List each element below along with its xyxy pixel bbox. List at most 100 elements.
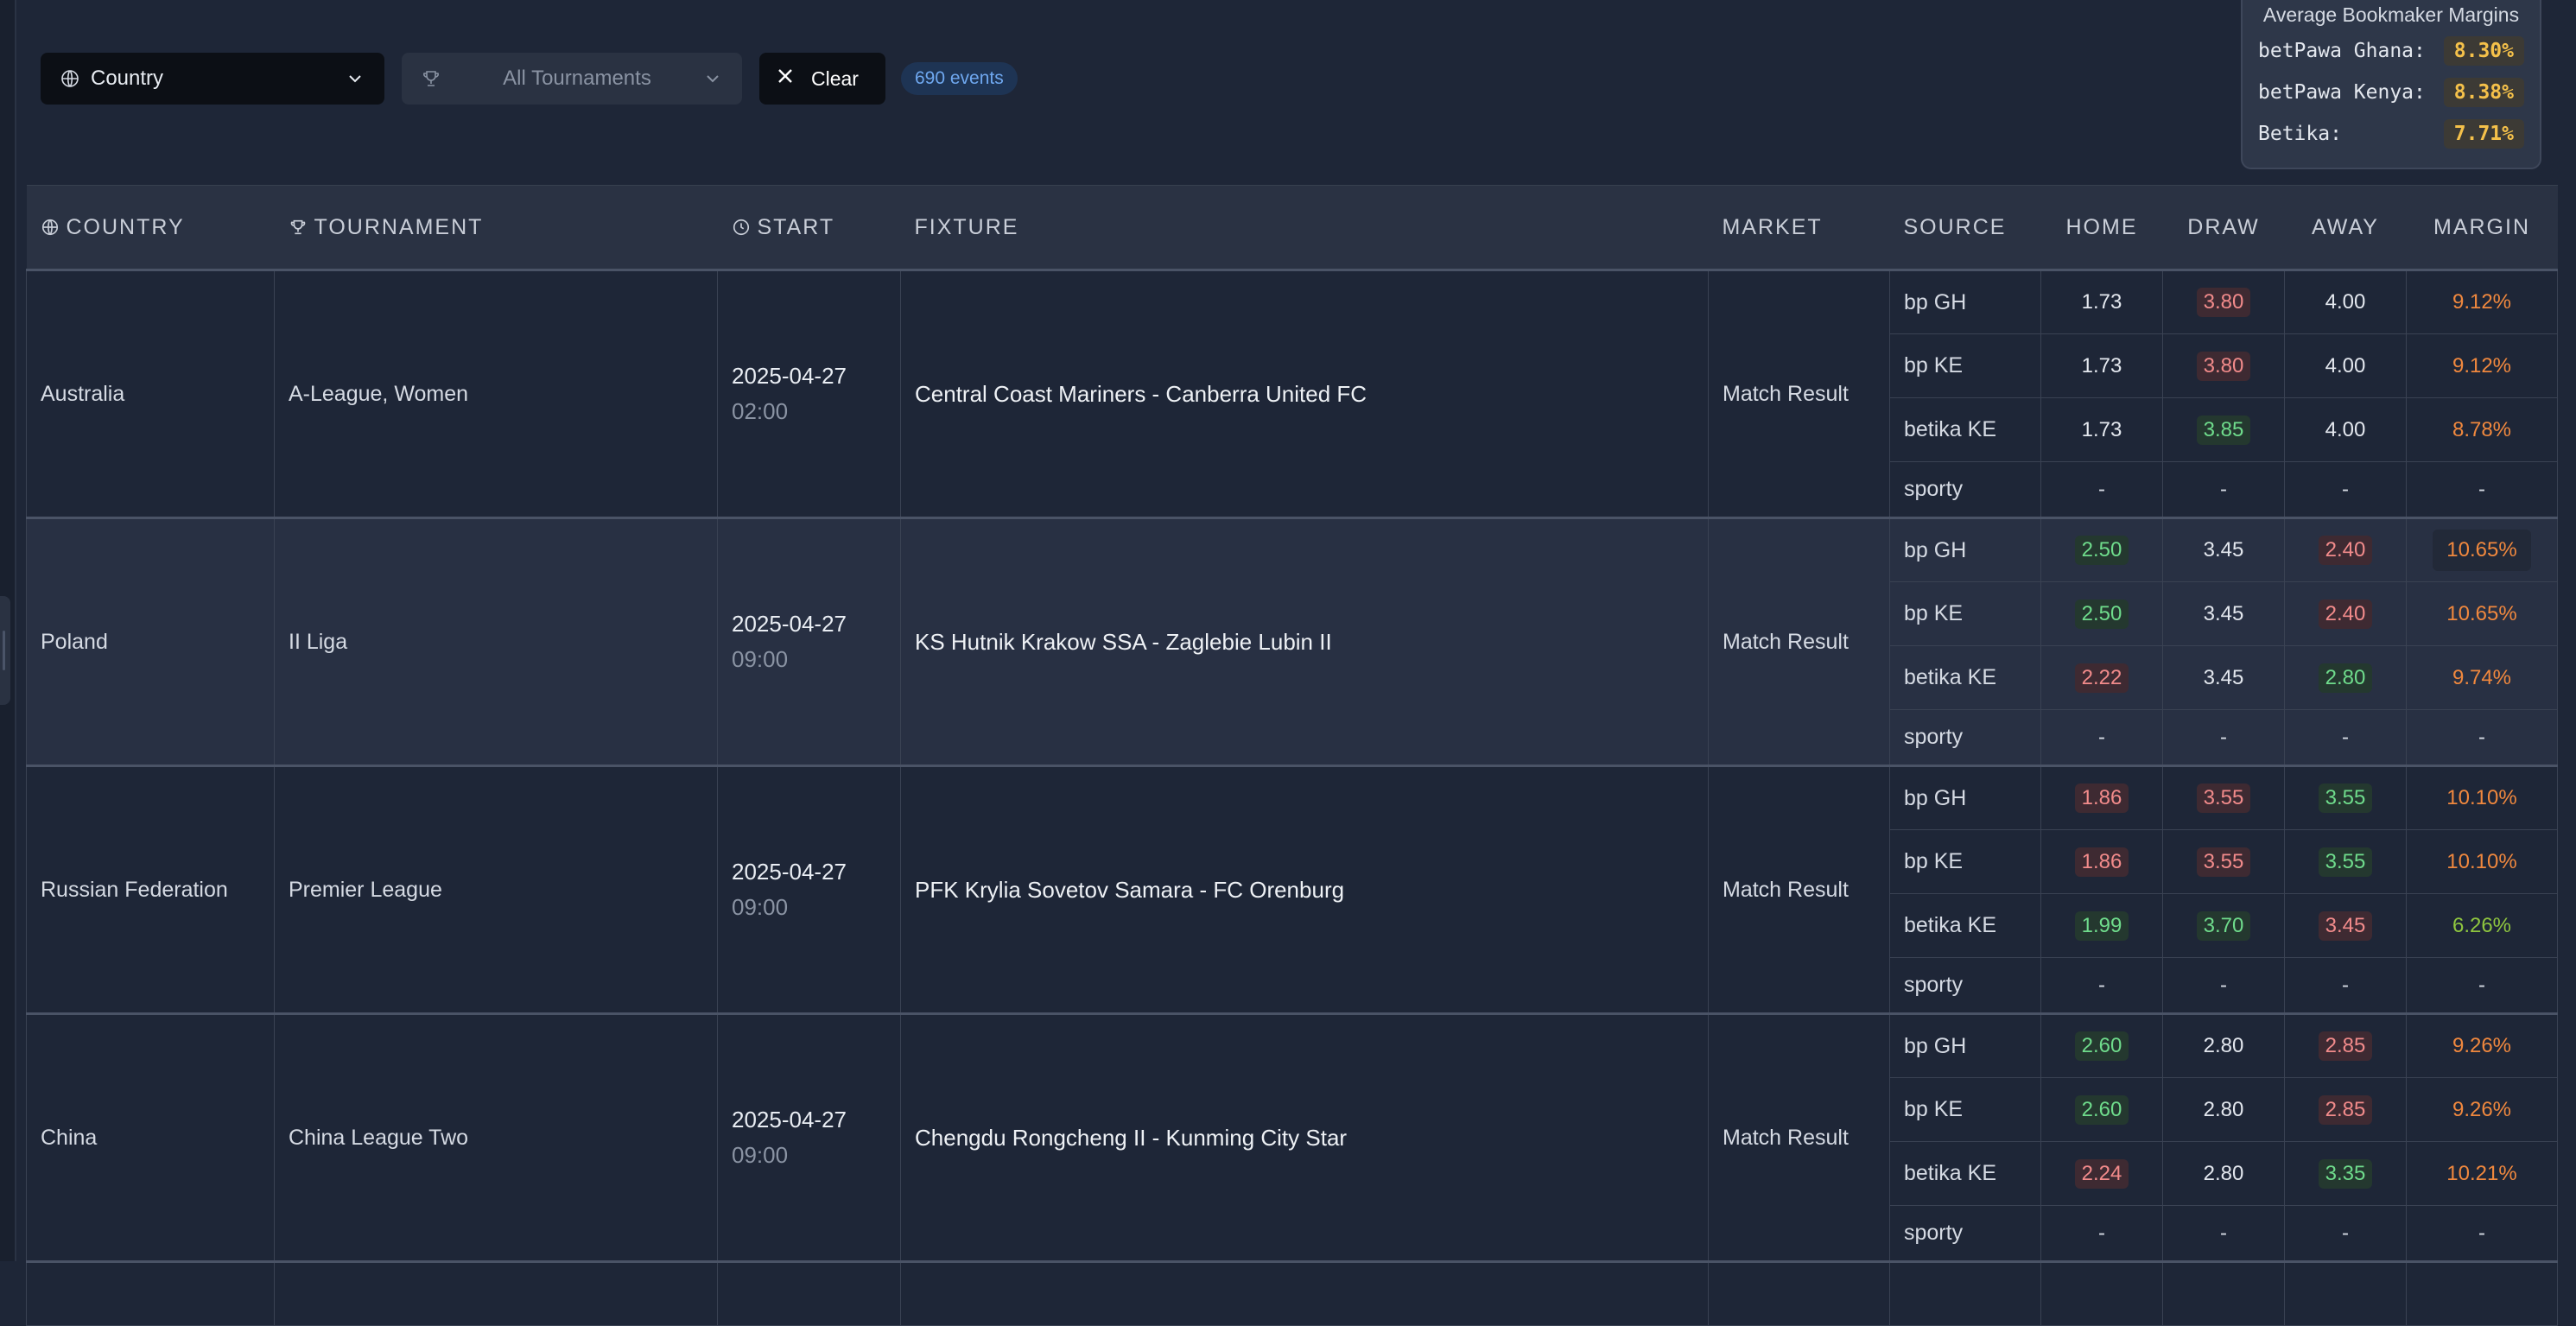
fixture-cell[interactable]: KS Hutnik Krakow SSA - Zaglebie Lubin II: [900, 517, 1709, 766]
country-dropdown-label: Country: [91, 67, 164, 90]
clear-filters-button[interactable]: Clear: [759, 53, 885, 105]
column-header-draw[interactable]: DRAW: [2162, 185, 2285, 270]
table-row[interactable]: China China League Two 2025-04-27 09:00 …: [26, 1012, 2558, 1262]
column-header-market[interactable]: MARKET: [1708, 185, 1890, 270]
column-header-source[interactable]: SOURCE: [1889, 185, 2041, 270]
margin-row-value: 8.38%: [2443, 78, 2524, 107]
odds-value: 3.70: [2196, 910, 2251, 941]
odds-value: 3.45: [2203, 665, 2244, 689]
margin-cell: 9.74%: [2406, 645, 2558, 710]
odds-value: 2.80: [2203, 1097, 2244, 1121]
column-header-label: HOME: [2065, 214, 2138, 239]
column-header-tournament[interactable]: TOURNAMENT: [274, 185, 718, 270]
source-cell: bp KE: [1889, 333, 2041, 398]
margin-cell: 10.21%: [2406, 1141, 2558, 1206]
fixture-cell[interactable]: Central Coast Mariners - Canberra United…: [900, 269, 1709, 518]
odds-value: 4.00: [2325, 353, 2366, 377]
column-header-away[interactable]: AWAY: [2284, 185, 2407, 270]
source-cell: sporty: [1889, 957, 2041, 1014]
country-cell: [26, 1260, 275, 1326]
home-odds-cell: 1.86: [2040, 829, 2163, 894]
market-cell: Match Result: [1708, 1012, 1890, 1262]
odds-value: 2.80: [2203, 1161, 2244, 1185]
away-odds-cell: 2.40: [2284, 581, 2407, 646]
country-cell: Poland: [26, 517, 275, 766]
start-time: 02:00: [732, 398, 789, 424]
column-header-label: START: [757, 214, 835, 239]
odds-value: 1.86: [2074, 784, 2129, 813]
odds-value: 3.55: [2196, 784, 2251, 813]
draw-odds-cell: 3.45: [2162, 645, 2285, 710]
start-date: 2025-04-27: [732, 859, 847, 885]
margin-cell: -: [2406, 1205, 2558, 1262]
draw-odds-cell: -: [2162, 461, 2285, 518]
margin-cell: [2406, 1260, 2558, 1326]
odds-value: 3.45: [2203, 538, 2244, 561]
start-cell: 2025-04-27 09:00: [717, 765, 901, 1014]
column-header-label: AWAY: [2312, 214, 2379, 239]
away-odds-cell: 4.00: [2284, 269, 2407, 334]
table-row[interactable]: Poland II Liga 2025-04-27 09:00 KS Hutni…: [26, 517, 2558, 766]
column-header-label: SOURCE: [1903, 214, 2007, 239]
average-margins-panel: Average Bookmaker Margins betPawa Ghana:…: [2241, 0, 2541, 169]
fixture-cell[interactable]: PFK Krylia Sovetov Samara - FC Orenburg: [900, 765, 1709, 1014]
tournament-dropdown[interactable]: All Tournaments: [402, 53, 742, 105]
market-cell: Match Result: [1708, 517, 1890, 766]
column-header-country[interactable]: COUNTRY: [26, 185, 275, 270]
source-cell: sporty: [1889, 709, 2041, 766]
column-header-start[interactable]: START: [717, 185, 901, 270]
odds-value: 2.24: [2074, 1158, 2129, 1189]
start-cell: 2025-04-27 09:00: [717, 1012, 901, 1262]
away-odds-cell: 4.00: [2284, 333, 2407, 398]
fixture-cell[interactable]: Chengdu Rongcheng II - Kunming City Star: [900, 1012, 1709, 1262]
market-cell: Match Result: [1708, 765, 1890, 1014]
margin-value: 9.74%: [2452, 665, 2512, 689]
draw-odds-cell: 3.55: [2162, 765, 2285, 830]
column-header-home[interactable]: HOME: [2040, 185, 2163, 270]
table-row[interactable]: Russian Federation Premier League 2025-0…: [26, 765, 2558, 1014]
margin-value: 6.26%: [2452, 913, 2512, 937]
clear-button-label: Clear: [811, 67, 859, 90]
margin-cell: 9.12%: [2406, 269, 2558, 334]
draw-odds-cell: 3.45: [2162, 581, 2285, 646]
margin-row-betpawa-ghana: betPawa Ghana: 8.30%: [2258, 36, 2524, 66]
draw-odds-cell: 2.80: [2162, 1077, 2285, 1142]
table-row[interactable]: Australia A-League, Women 2025-04-27 02:…: [26, 269, 2558, 518]
home-odds-cell: -: [2040, 1205, 2163, 1262]
odds-comparison-table: COUNTRY TOURNAMENT START FIXTURE MARKET …: [26, 185, 2558, 1326]
table-header-row: COUNTRY TOURNAMENT START FIXTURE MARKET …: [26, 185, 2558, 270]
odds-value: 3.85: [2196, 415, 2251, 445]
start-time: 09:00: [732, 1142, 789, 1168]
margin-cell: 10.10%: [2406, 829, 2558, 894]
country-dropdown[interactable]: Country: [41, 53, 384, 105]
start-date: 2025-04-27: [732, 363, 847, 389]
table-row[interactable]: [26, 1260, 2558, 1326]
fixture-cell[interactable]: [900, 1260, 1709, 1326]
odds-value: 3.35: [2318, 1158, 2373, 1189]
draw-odds-cell: 3.80: [2162, 269, 2285, 334]
draw-odds-cell: 2.80: [2162, 1141, 2285, 1206]
draw-odds-cell: 2.80: [2162, 1012, 2285, 1078]
source-cell: bp KE: [1889, 581, 2041, 646]
sidebar-resize-handle[interactable]: [0, 596, 10, 705]
tournament-cell: China League Two: [274, 1012, 718, 1262]
odds-value: 2.60: [2074, 1031, 2129, 1061]
column-header-label: FIXTURE: [914, 214, 1019, 239]
column-header-fixture[interactable]: FIXTURE: [900, 185, 1709, 270]
left-sidebar-edge: [0, 0, 16, 1261]
home-odds-cell: 2.24: [2040, 1141, 2163, 1206]
trophy-icon: [289, 218, 308, 237]
draw-odds-cell: 3.45: [2162, 517, 2285, 582]
margin-value: 9.12%: [2452, 290, 2512, 314]
chevron-down-icon: [702, 68, 723, 89]
events-count-badge: 690 events: [901, 62, 1018, 95]
source-cell: betika KE: [1889, 893, 2041, 958]
start-date: 2025-04-27: [732, 611, 847, 637]
start-cell: 2025-04-27 09:00: [717, 517, 901, 766]
margin-cell: 10.65%: [2406, 581, 2558, 646]
odds-value: 3.45: [2318, 910, 2373, 941]
close-icon: [775, 66, 796, 92]
column-header-label: TOURNAMENT: [314, 214, 484, 239]
column-header-label: MARGIN: [2433, 214, 2530, 239]
column-header-margin[interactable]: MARGIN: [2406, 185, 2558, 270]
